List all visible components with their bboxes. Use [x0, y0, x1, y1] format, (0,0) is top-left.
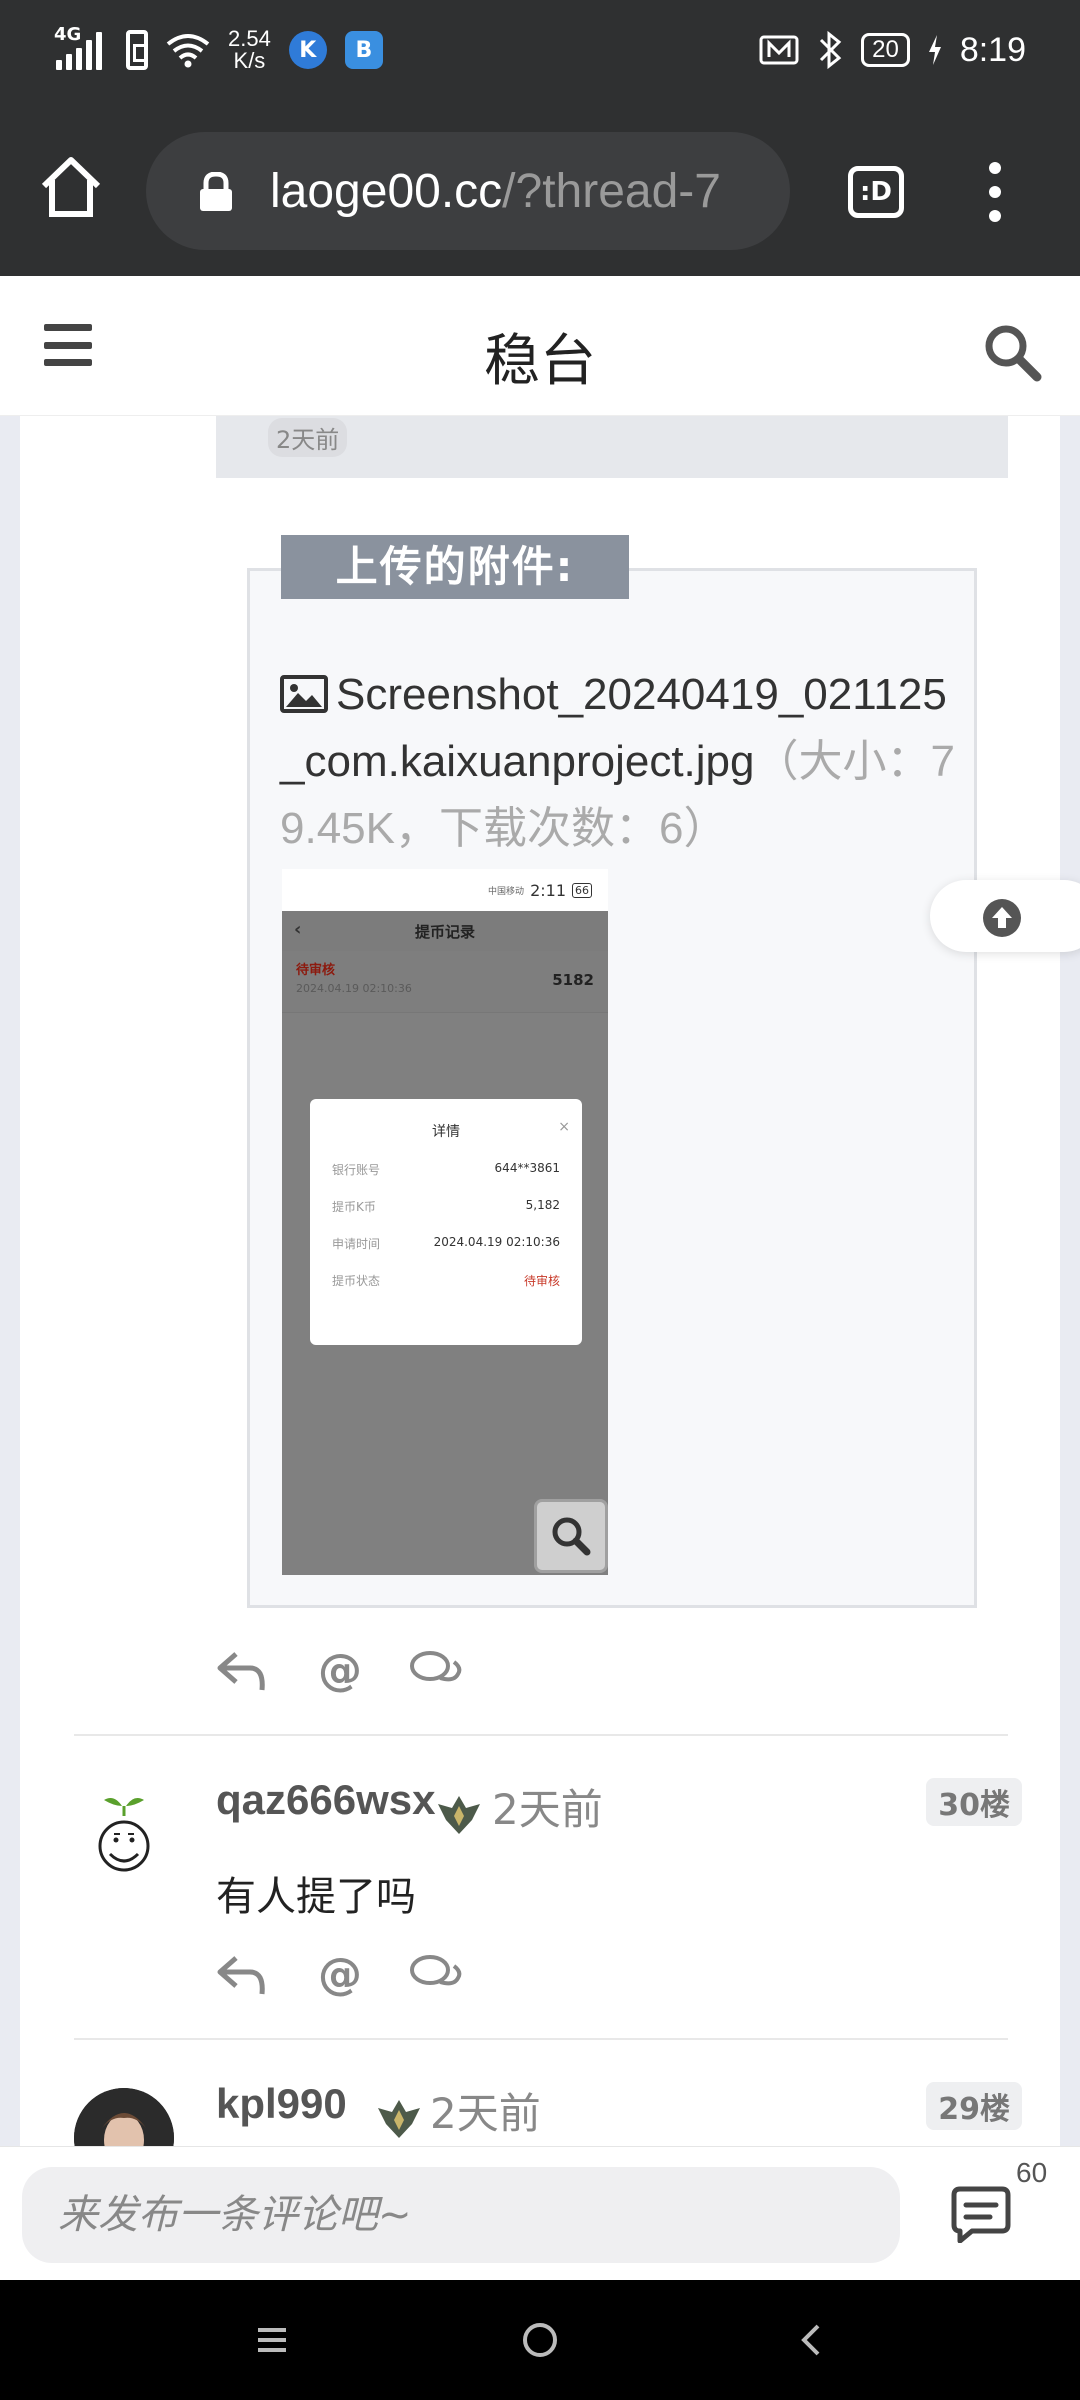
url-text: laoge00.cc/?thread-7: [270, 165, 721, 218]
charging-icon: [928, 35, 941, 65]
status-bar: 4G 2.54 K/s K B 20 8:19: [0, 0, 1080, 110]
address-bar[interactable]: laoge00.cc/?thread-7: [146, 132, 790, 250]
post-body: 有人提了吗: [216, 1874, 416, 1920]
post-actions: @: [216, 1648, 464, 1694]
thumb-modal-row: 申请时间 2024.04.19 02:10:36: [332, 1235, 560, 1251]
back-nav-icon[interactable]: [792, 2320, 832, 2360]
avatar[interactable]: [74, 2088, 174, 2146]
search-icon[interactable]: [982, 322, 1042, 382]
comments-icon[interactable]: [950, 2185, 1012, 2243]
quoted-post: 2天前: [216, 416, 1008, 478]
reply-icon[interactable]: [216, 1648, 272, 1694]
comment-bar: 来发布一条评论吧~ 60: [0, 2146, 1080, 2280]
bluetooth-icon: [820, 30, 842, 70]
clock: 8:19: [959, 30, 1026, 69]
app-b-icon: B: [344, 31, 383, 69]
thumb-detail-modal: 详情 × 银行账号 644**3861 提币K币 5,182 申请时间 2024.04…: [310, 1099, 582, 1345]
site-title: 稳台: [484, 329, 596, 394]
username[interactable]: qaz666wsx: [216, 1776, 435, 1824]
comment-count: 60: [1016, 2157, 1048, 2188]
overflow-menu-icon[interactable]: [980, 162, 1010, 222]
thumb-status-bar: 中国移动 2:11 66: [282, 869, 608, 911]
comment-icon[interactable]: [408, 1952, 464, 1998]
rank-badge-icon: [378, 2100, 420, 2138]
nfc-icon: [759, 35, 799, 65]
recent-apps-icon[interactable]: [252, 2320, 292, 2360]
floor-number: 29楼: [926, 2082, 1022, 2130]
thumb-modal-row: 银行账号 644**3861: [332, 1161, 560, 1177]
site-header: 稳台: [0, 276, 1080, 416]
magnifier-icon: [552, 1517, 591, 1556]
back-to-top-button[interactable]: [930, 880, 1080, 952]
tab-switcher-button[interactable]: :D: [848, 166, 904, 218]
username[interactable]: kpl990: [216, 2080, 347, 2128]
arrow-up-circle-icon: [983, 899, 1021, 937]
zoom-image-button[interactable]: [534, 1499, 608, 1573]
mention-icon[interactable]: @: [312, 1648, 368, 1694]
thumb-modal-row: 提币K币 5,182: [332, 1198, 560, 1214]
thumb-modal-row: 提币状态 待审核: [332, 1274, 560, 1288]
divider: [74, 1734, 1008, 1736]
rank-badge-icon: [438, 1796, 480, 1834]
reply-icon[interactable]: [216, 1952, 272, 1998]
thread-content: 2天前 上传的附件: Screenshot_20240419_021125_co…: [20, 416, 1060, 2146]
post-actions: @: [216, 1952, 464, 1998]
home-nav-icon[interactable]: [520, 2320, 560, 2360]
wifi-icon: [166, 34, 210, 68]
comment-icon[interactable]: [408, 1648, 464, 1694]
post-time: 2天前: [430, 2089, 541, 2138]
thumb-record-row: 待审核 2024.04.19 02:10:36 5182: [282, 951, 608, 1013]
sim-icon: [126, 30, 148, 70]
divider: [74, 2038, 1008, 2040]
attachment-title: 上传的附件:: [281, 535, 629, 599]
app-k-icon: K: [288, 31, 327, 69]
attachment-box: 上传的附件: Screenshot_20240419_021125_com.ka…: [247, 535, 977, 1608]
quote-time: 2天前: [268, 418, 348, 457]
mention-icon[interactable]: @: [312, 1952, 368, 1998]
system-navigation-bar: [0, 2280, 1080, 2400]
attachment-file: Screenshot_20240419_021125_com.kaixuanpr…: [280, 661, 960, 862]
lock-icon: [200, 172, 232, 211]
browser-toolbar: laoge00.cc/?thread-7 :D: [0, 110, 1080, 276]
floor-number: 30楼: [926, 1778, 1022, 1826]
network-speed: 2.54 K/s: [228, 26, 271, 73]
thumb-header: ‹ 提币记录: [282, 911, 608, 951]
comment-input[interactable]: 来发布一条评论吧~: [22, 2167, 900, 2263]
network-type: 4G: [54, 24, 82, 45]
post-time: 2天前: [492, 1785, 603, 1834]
home-icon[interactable]: [38, 154, 104, 220]
avatar[interactable]: [74, 1788, 174, 1888]
battery-level: 20: [861, 33, 910, 67]
cell-signal-icon: 4G: [54, 24, 102, 70]
attachment-image[interactable]: 中国移动 2:11 66 ‹ 提币记录 待审核 2024.04.19 02:10…: [282, 869, 608, 1575]
image-file-icon: [280, 675, 328, 713]
